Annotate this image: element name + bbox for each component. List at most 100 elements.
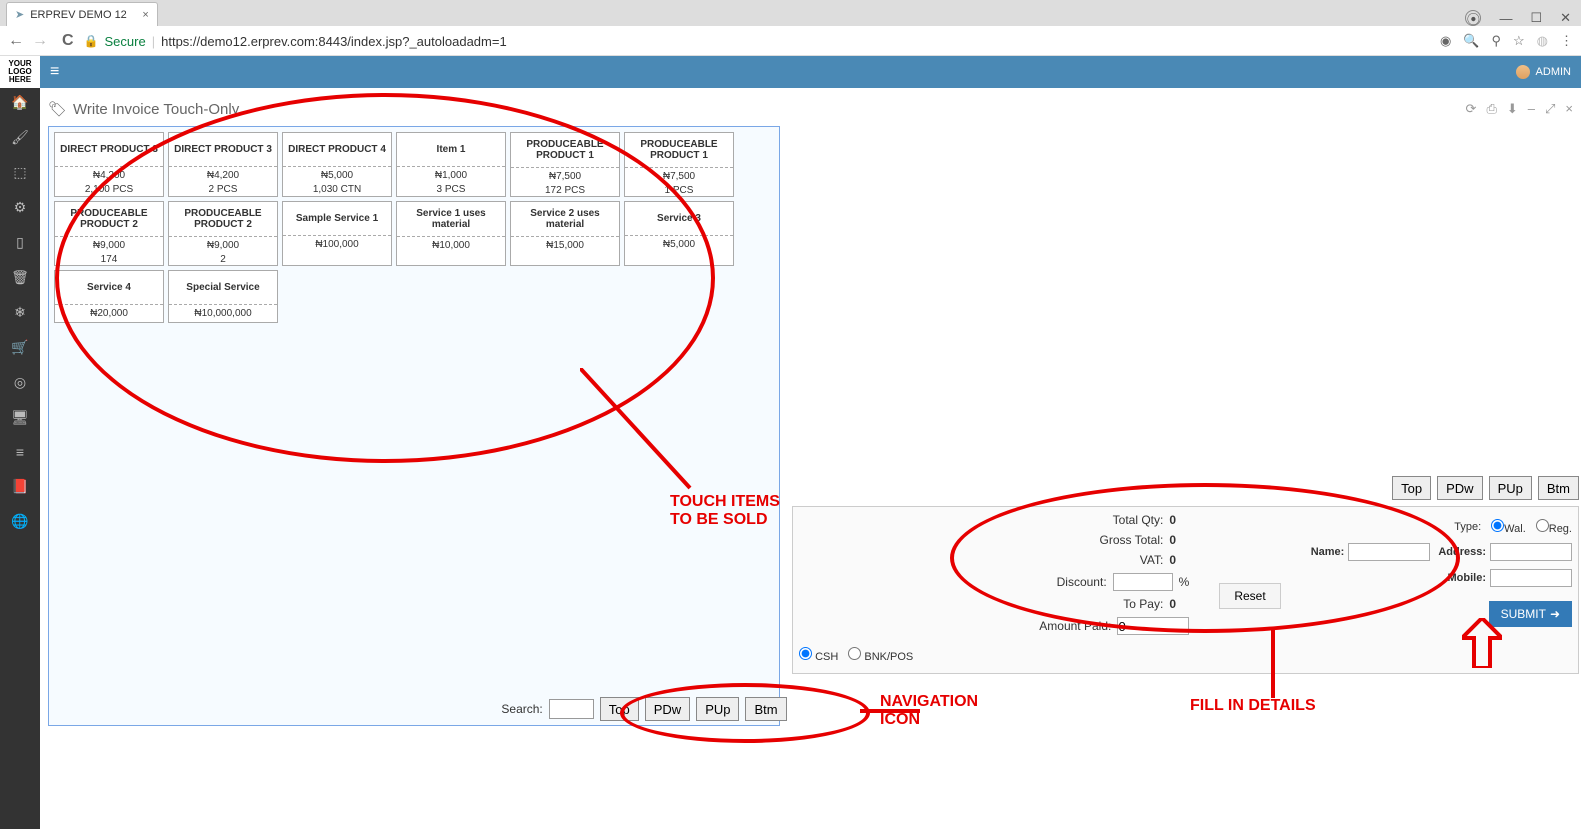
btm2-button[interactable]: Btm: [1538, 476, 1579, 500]
browser-tab[interactable]: ➤ ERPREV DEMO 12 ×: [6, 2, 158, 26]
close-panel-icon[interactable]: ×: [1565, 101, 1573, 117]
product-qty: 174: [55, 254, 163, 265]
search-row: Search: Top PDw PUp Btm: [49, 693, 779, 725]
globe-icon[interactable]: ◍: [1537, 33, 1548, 49]
product-tile[interactable]: DIRECT PRODUCT 4₦5,0001,030 CTN: [282, 132, 392, 197]
star-icon[interactable]: ☆: [1513, 33, 1525, 49]
bnkpos-radio[interactable]: BNK/POS: [848, 647, 913, 663]
product-tile[interactable]: PRODUCEABLE PRODUCT 1₦7,500172 PCS: [510, 132, 620, 197]
tab-title: ERPREV DEMO 12: [30, 9, 127, 21]
reg-radio[interactable]: Reg.: [1536, 519, 1572, 535]
close-tab-icon[interactable]: ×: [142, 9, 148, 21]
total-qty-label: Total Qty:: [1113, 513, 1164, 527]
profile-icon[interactable]: ⦿: [1465, 10, 1481, 26]
product-price: ₦1,000: [397, 167, 505, 184]
gears-icon[interactable]: ⚙: [14, 199, 27, 216]
globe2-icon[interactable]: 🌐: [11, 513, 28, 530]
csh-radio[interactable]: CSH: [799, 647, 838, 663]
eye-icon[interactable]: ◉: [1440, 33, 1451, 49]
product-tile[interactable]: Item 1₦1,0003 PCS: [396, 132, 506, 197]
product-name: Service 2 uses material: [511, 202, 619, 237]
tablet-icon[interactable]: ▯: [16, 234, 24, 251]
product-name: PRODUCEABLE PRODUCT 2: [55, 202, 163, 237]
product-price: ₦7,500: [625, 168, 733, 185]
pup2-button[interactable]: PUp: [1489, 476, 1532, 500]
product-price: ₦20,000: [55, 305, 163, 322]
pdw2-button[interactable]: PDw: [1437, 476, 1482, 500]
search-label: Search:: [501, 702, 542, 716]
snow-icon[interactable]: ❄: [14, 304, 26, 321]
menu-toggle-icon[interactable]: ≡: [50, 63, 59, 81]
wal-radio[interactable]: Wal.: [1491, 519, 1526, 535]
product-tile[interactable]: Special Service₦10,000,000: [168, 270, 278, 323]
brush-icon[interactable]: 🖌: [11, 129, 29, 146]
product-price: ₦4,200: [55, 167, 163, 184]
refresh-icon[interactable]: ⟳: [1466, 101, 1477, 117]
url-field[interactable]: 🔒 Secure | https://demo12.erprev.com:844…: [84, 34, 1430, 49]
book-icon[interactable]: 📕: [11, 478, 28, 495]
zoom-icon[interactable]: 🔍: [1463, 33, 1479, 49]
product-grid: DIRECT PRODUCT 3₦4,2002,100 PCSDIRECT PR…: [54, 132, 774, 323]
minimize-icon[interactable]: —: [1499, 11, 1512, 26]
vat-value: 0: [1169, 553, 1189, 567]
product-name: Service 1 uses material: [397, 202, 505, 237]
print-icon[interactable]: ⎙: [1486, 101, 1496, 117]
key-icon[interactable]: ⚲: [1491, 33, 1501, 49]
pdw-button[interactable]: PDw: [645, 697, 690, 721]
user-menu[interactable]: ADMIN: [1516, 65, 1571, 79]
paid-input[interactable]: [1117, 617, 1189, 635]
coins-icon[interactable]: ◎: [14, 374, 26, 391]
product-tile[interactable]: Service 1 uses material₦10,000: [396, 201, 506, 266]
product-tile[interactable]: Sample Service 1₦100,000: [282, 201, 392, 266]
top2-button[interactable]: Top: [1392, 476, 1431, 500]
name-input[interactable]: [1348, 543, 1430, 561]
menu-icon[interactable]: ⋮: [1560, 33, 1573, 49]
secure-label: Secure: [105, 34, 146, 49]
product-qty: 2,100 PCS: [55, 184, 163, 195]
layout: 🏠 🖌 ⬚ ⚙ ▯ 🗑 ❄ 🛒 ◎ 🖥 ≡ 📕 🌐 🏷 Write Invoic…: [0, 88, 1581, 829]
btm-button[interactable]: Btm: [745, 697, 786, 721]
annotation-arrow-up: [1462, 618, 1502, 668]
product-tile[interactable]: DIRECT PRODUCT 3₦4,2002 PCS: [168, 132, 278, 197]
discount-label: Discount:: [1057, 575, 1107, 589]
download-icon[interactable]: ⬇: [1507, 101, 1518, 117]
monitor-icon[interactable]: 🖥: [11, 409, 29, 426]
cart-icon[interactable]: 🛒: [11, 339, 28, 356]
close-window-icon[interactable]: ✕: [1560, 10, 1571, 26]
product-tile[interactable]: PRODUCEABLE PRODUCT 2₦9,0002: [168, 201, 278, 266]
product-price: ₦10,000: [397, 237, 505, 254]
summary-panel: Top PDw PUp Btm Total Qty: 0 Gross Total…: [792, 126, 1579, 726]
maximize-icon[interactable]: ☐: [1530, 10, 1542, 26]
forward-icon[interactable]: →: [32, 32, 48, 50]
database-icon[interactable]: ≡: [16, 444, 24, 460]
product-tile[interactable]: PRODUCEABLE PRODUCT 1₦7,5001 PCS: [624, 132, 734, 197]
product-tile[interactable]: Service 2 uses material₦15,000: [510, 201, 620, 266]
product-tile[interactable]: Service 3₦5,000: [624, 201, 734, 266]
reload-icon[interactable]: C: [62, 32, 74, 50]
top-button[interactable]: Top: [600, 697, 639, 721]
product-price: ₦10,000,000: [169, 305, 277, 322]
product-price: ₦100,000: [283, 236, 391, 253]
discount-input[interactable]: [1113, 573, 1173, 591]
money-icon[interactable]: ⬚: [13, 164, 26, 181]
trash-icon[interactable]: 🗑: [11, 269, 29, 286]
app-bar: YOUR LOGO HERE ≡ ADMIN: [0, 56, 1581, 88]
product-tile[interactable]: DIRECT PRODUCT 3₦4,2002,100 PCS: [54, 132, 164, 197]
address-input[interactable]: [1490, 543, 1572, 561]
product-qty: 1 PCS: [625, 185, 733, 196]
mobile-input[interactable]: [1490, 569, 1572, 587]
expand-icon[interactable]: ⤢: [1545, 101, 1555, 117]
search-input[interactable]: [549, 699, 594, 719]
pup-button[interactable]: PUp: [696, 697, 739, 721]
logo[interactable]: YOUR LOGO HERE: [0, 56, 40, 88]
product-tile[interactable]: PRODUCEABLE PRODUCT 2₦9,000174: [54, 201, 164, 266]
topay-value: 0: [1169, 597, 1189, 611]
product-qty: 2: [169, 254, 277, 265]
minus-icon[interactable]: –: [1528, 101, 1535, 117]
reset-button[interactable]: Reset: [1219, 583, 1280, 609]
back-icon[interactable]: ←: [8, 32, 24, 50]
product-name: PRODUCEABLE PRODUCT 2: [169, 202, 277, 237]
product-tile[interactable]: Service 4₦20,000: [54, 270, 164, 323]
dashboard-icon[interactable]: 🏠: [11, 94, 28, 111]
product-name: Item 1: [397, 133, 505, 167]
